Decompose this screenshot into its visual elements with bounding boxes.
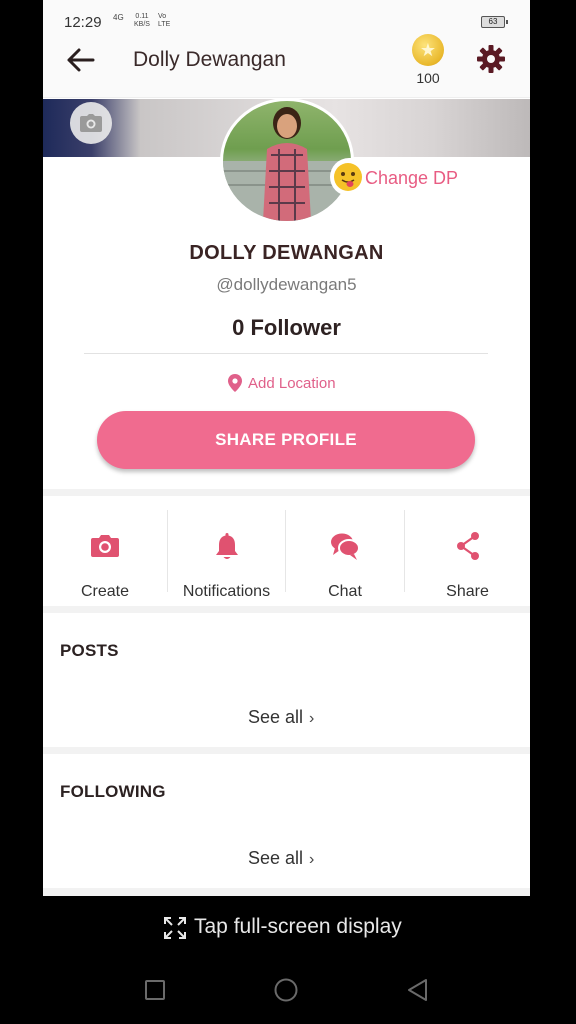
bell-icon — [211, 530, 243, 562]
notifications-label: Notifications — [182, 583, 271, 600]
section-divider — [43, 747, 530, 754]
create-label: Create — [80, 583, 130, 600]
action-bar: Create Notifications Chat Share — [43, 500, 530, 608]
posts-section: POSTS See all › — [43, 613, 530, 747]
following-see-all-label: See all — [248, 848, 304, 868]
avatar[interactable] — [220, 98, 354, 224]
app-screen: 12:29 4G 0.11 KB/S Vo LTE 63 Dolly Dewan… — [43, 0, 530, 896]
change-dp-label: Change DP — [365, 168, 459, 188]
home-circle-icon[interactable] — [274, 978, 298, 1002]
volte-top: Vo — [158, 13, 167, 20]
back-triangle-icon[interactable] — [405, 978, 429, 1002]
chevron-right-icon: › — [309, 710, 315, 727]
app-header: Dolly Dewangan ★ 100 — [43, 34, 530, 98]
divider — [84, 353, 488, 354]
coin-icon[interactable]: ★ — [412, 34, 444, 66]
section-divider — [43, 606, 530, 613]
chat-label: Chat — [328, 583, 362, 600]
share-label: Share — [446, 583, 489, 600]
location-pin-icon — [228, 374, 242, 392]
change-dp-button[interactable]: Change DP — [330, 158, 460, 196]
network-indicator: 4G — [113, 13, 124, 22]
chevron-right-icon: › — [309, 851, 315, 868]
battery-indicator: 63 — [481, 16, 508, 28]
share-action[interactable]: Share — [405, 510, 530, 600]
section-divider — [43, 489, 530, 496]
fullscreen-hint-label: Tap full-screen display — [194, 915, 402, 938]
cover-camera-icon[interactable] — [70, 102, 112, 144]
section-divider — [43, 888, 530, 896]
posts-heading: POSTS — [60, 641, 119, 660]
create-action[interactable]: Create — [43, 510, 167, 600]
gear-icon[interactable] — [476, 44, 506, 74]
network-speed-unit: KB/S — [134, 21, 150, 28]
status-time: 12:29 — [64, 14, 102, 31]
chat-action[interactable]: Chat — [286, 510, 404, 600]
camera-icon — [89, 530, 121, 562]
follower-count[interactable]: 0 Follower — [43, 315, 530, 341]
add-location-label: Add Location — [248, 375, 336, 392]
profile-name: DOLLY DEWANGAN — [189, 242, 384, 264]
notifications-action[interactable]: Notifications — [168, 510, 285, 600]
posts-see-all-label: See all — [248, 707, 304, 727]
page-title: Dolly Dewangan — [133, 48, 286, 71]
recents-square-icon[interactable] — [143, 978, 167, 1002]
following-section: FOLLOWING See all › — [43, 754, 530, 888]
back-arrow-icon[interactable] — [65, 46, 97, 74]
posts-see-all-link[interactable]: See all › — [248, 707, 314, 728]
network-speed: 0.11 KB/S — [134, 13, 150, 29]
tongue-emoji-icon — [334, 163, 362, 191]
following-heading: FOLLOWING — [60, 782, 166, 801]
volte-bottom: LTE — [158, 21, 171, 28]
following-see-all-link[interactable]: See all › — [248, 848, 314, 869]
volte-indicator: Vo LTE — [158, 13, 170, 29]
share-profile-button[interactable]: SHARE PROFILE — [97, 411, 475, 469]
expand-icon — [164, 917, 186, 939]
share-icon — [452, 530, 484, 562]
network-speed-value: 0.11 — [135, 13, 149, 20]
add-location-link[interactable]: Add Location — [228, 374, 336, 394]
profile-handle: @dollydewangan5 — [216, 275, 357, 294]
chat-icon — [329, 530, 361, 562]
coin-count: 100 — [416, 70, 440, 86]
